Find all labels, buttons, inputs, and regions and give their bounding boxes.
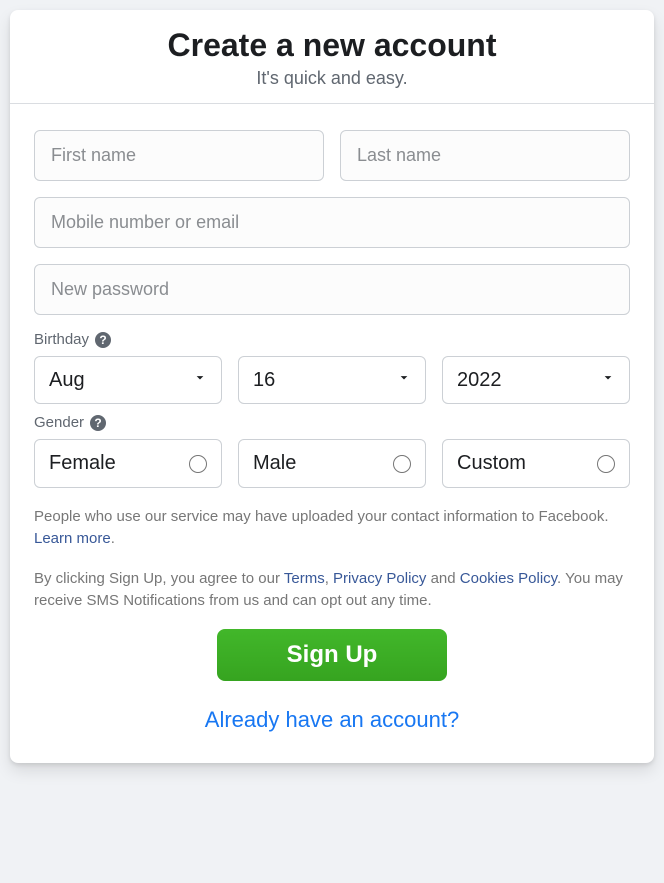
legal-text: . xyxy=(111,530,115,547)
birthday-day-wrap: 16 xyxy=(238,356,426,404)
legal-text: By clicking Sign Up, you agree to our xyxy=(34,570,284,587)
legal-contact-info: People who use our service may have uplo… xyxy=(34,506,630,550)
gender-help-icon[interactable]: ? xyxy=(90,415,106,431)
birthday-month-select[interactable]: Aug xyxy=(34,356,222,404)
contact-input[interactable] xyxy=(34,197,630,248)
gender-option-label: Male xyxy=(253,452,296,475)
legal-text: and xyxy=(426,570,459,587)
legal-text: , xyxy=(325,570,333,587)
gender-label-row: Gender ? xyxy=(34,414,630,431)
gender-radio-female[interactable] xyxy=(189,455,207,473)
first-name-input[interactable] xyxy=(34,130,324,181)
card-header: Create a new account It's quick and easy… xyxy=(10,10,654,103)
already-have-account-link[interactable]: Already have an account? xyxy=(34,707,630,733)
birthday-year-select[interactable]: 2022 xyxy=(442,356,630,404)
learn-more-link[interactable]: Learn more xyxy=(34,530,111,547)
name-row xyxy=(34,130,630,181)
gender-option-label: Custom xyxy=(457,452,526,475)
birthday-row: Aug 16 2022 xyxy=(34,356,630,404)
page-title: Create a new account xyxy=(30,26,634,64)
gender-row: Female Male Custom xyxy=(34,439,630,488)
cookies-policy-link[interactable]: Cookies Policy xyxy=(460,570,557,587)
privacy-policy-link[interactable]: Privacy Policy xyxy=(333,570,426,587)
gender-option-label: Female xyxy=(49,452,116,475)
birthday-label-row: Birthday ? xyxy=(34,331,630,348)
signup-form: Birthday ? Aug 16 xyxy=(10,104,654,763)
gender-radio-male[interactable] xyxy=(393,455,411,473)
birthday-label: Birthday xyxy=(34,331,89,348)
birthday-help-icon[interactable]: ? xyxy=(95,332,111,348)
gender-label: Gender xyxy=(34,414,84,431)
gender-option-female[interactable]: Female xyxy=(34,439,222,488)
last-name-input[interactable] xyxy=(340,130,630,181)
contact-row xyxy=(34,197,630,248)
page-subtitle: It's quick and easy. xyxy=(30,68,634,89)
gender-option-custom[interactable]: Custom xyxy=(442,439,630,488)
birthday-month-wrap: Aug xyxy=(34,356,222,404)
birthday-day-select[interactable]: 16 xyxy=(238,356,426,404)
legal-terms: By clicking Sign Up, you agree to our Te… xyxy=(34,568,630,612)
terms-link[interactable]: Terms xyxy=(284,570,325,587)
signup-card: Create a new account It's quick and easy… xyxy=(10,10,654,763)
password-input[interactable] xyxy=(34,264,630,315)
signup-button[interactable]: Sign Up xyxy=(217,629,448,681)
gender-radio-custom[interactable] xyxy=(597,455,615,473)
legal-text: People who use our service may have uplo… xyxy=(34,508,609,525)
gender-option-male[interactable]: Male xyxy=(238,439,426,488)
password-row xyxy=(34,264,630,315)
birthday-year-wrap: 2022 xyxy=(442,356,630,404)
